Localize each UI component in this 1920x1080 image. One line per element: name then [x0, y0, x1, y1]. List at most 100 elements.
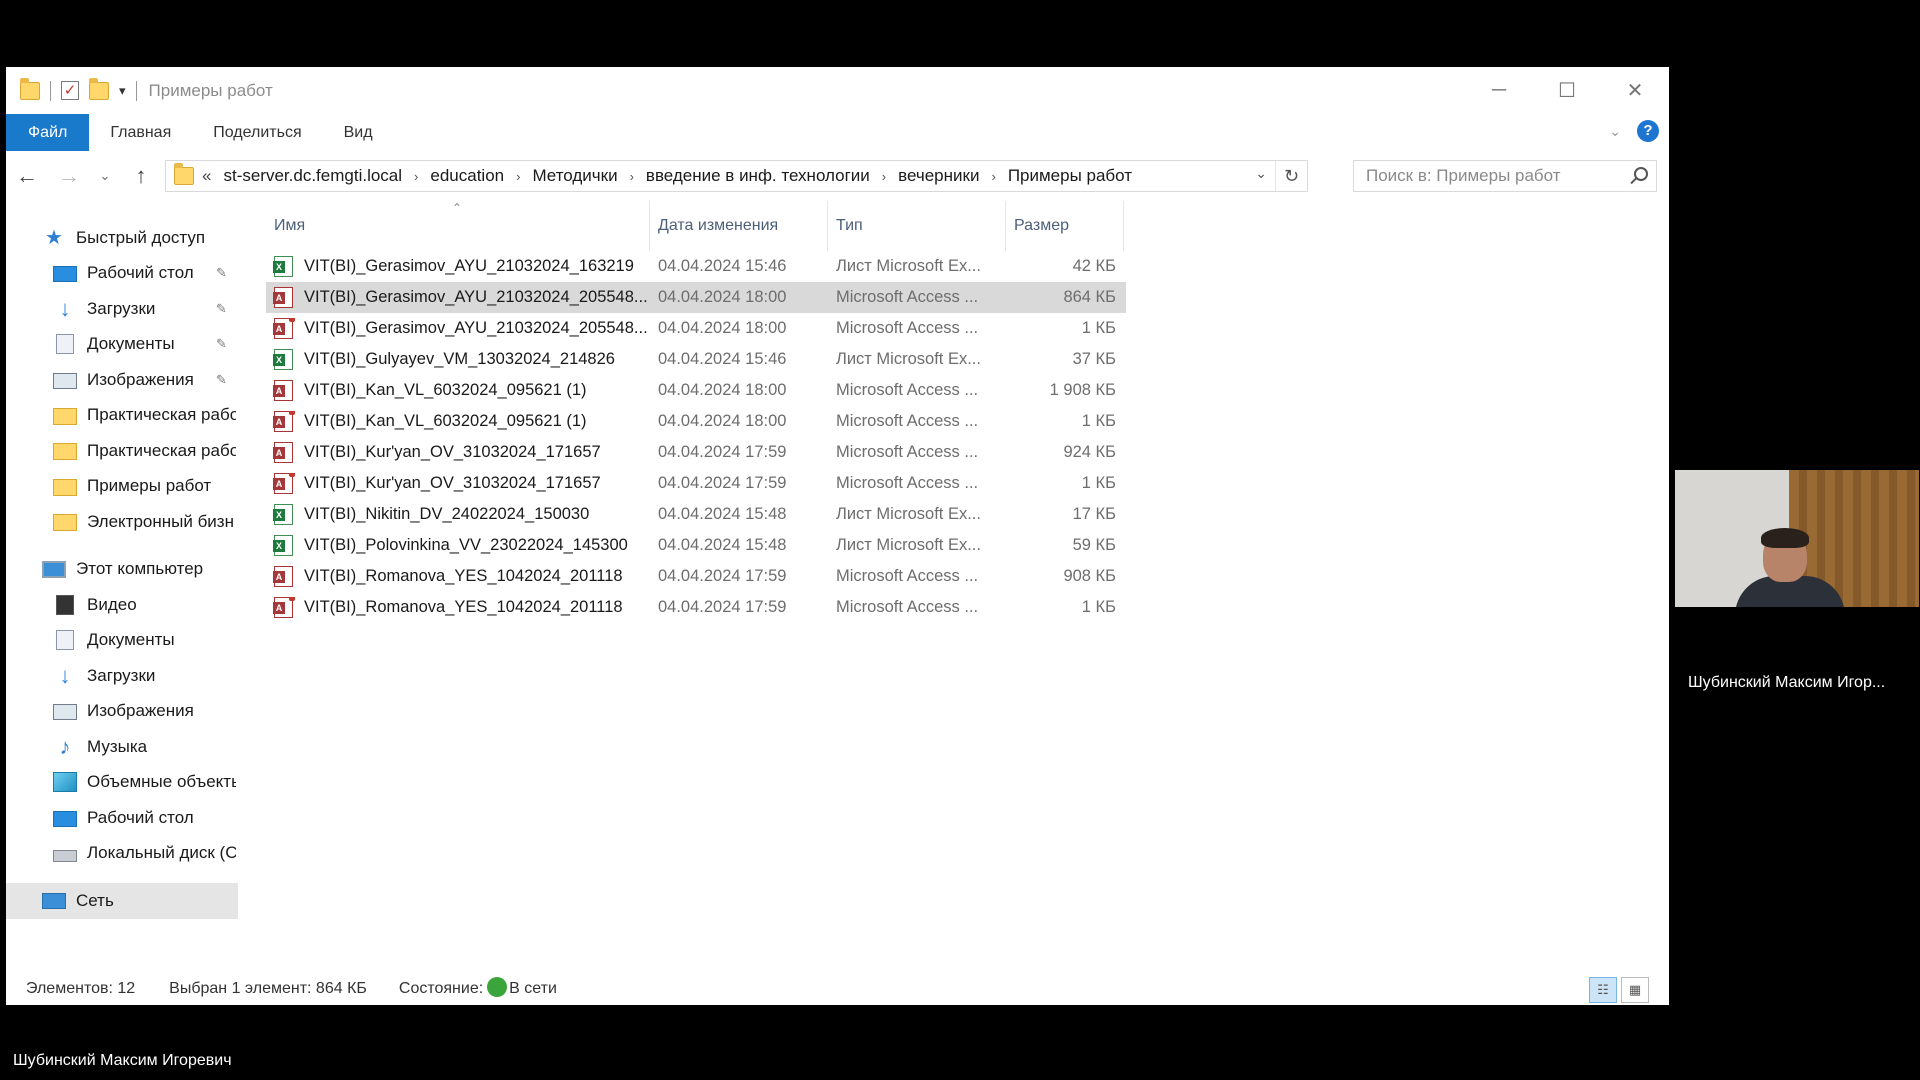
file-row[interactable]: X VIT(BI)_Nikitin_DV_24022024_150030 04.04…	[266, 499, 1126, 530]
breadcrumb-chevron-icon[interactable]: ›	[991, 169, 995, 184]
pin-icon[interactable]: ✎	[216, 265, 227, 281]
online-status-icon	[487, 977, 508, 997]
maximize-button[interactable]: ☐	[1533, 67, 1601, 114]
sidebar-item-local-disk[interactable]: Локальный диск (C	[6, 836, 236, 872]
up-arrow-icon[interactable]: ↑	[120, 163, 162, 189]
sidebar-item-documents[interactable]: Документы	[6, 623, 236, 659]
breadcrumb-chevron-icon[interactable]: ›	[882, 169, 886, 184]
breadcrumb-overflow[interactable]: «	[202, 166, 211, 186]
sidebar-item-label: Объемные объекты	[87, 772, 236, 792]
breadcrumb-item[interactable]: введение в инф. технологии	[646, 166, 870, 186]
sidebar-item-downloads[interactable]: ↓ Загрузки ✎	[6, 291, 236, 327]
breadcrumb-item-current[interactable]: Примеры работ	[1008, 166, 1132, 186]
customize-toolbar-icon[interactable]: ▾	[119, 83, 126, 99]
new-folder-icon[interactable]	[89, 77, 109, 100]
expand-ribbon-chevron-icon[interactable]: ⌄	[1609, 123, 1621, 140]
sidebar-item-pictures[interactable]: Изображения ✎	[6, 362, 236, 398]
file-name: VIT(BI)_Kan_VL_6032024_095621 (1)	[304, 412, 587, 430]
sidebar-item-folder[interactable]: Практическая рабо	[6, 433, 236, 469]
column-header-size[interactable]: Размер	[1006, 201, 1124, 251]
search-input[interactable]: Поиск в: Примеры работ	[1353, 160, 1657, 192]
file-row[interactable]: X VIT(BI)_Polovinkina_VV_23022024_145300 0…	[266, 530, 1126, 561]
address-history-chevron-icon[interactable]: ⌄	[1255, 165, 1267, 182]
file-name-cell[interactable]: X VIT(BI)_Nikitin_DV_24022024_150030	[266, 504, 650, 525]
help-icon[interactable]: ?	[1637, 120, 1659, 142]
sidebar-item-documents[interactable]: Документы ✎	[6, 327, 236, 363]
file-row[interactable]: A VIT(BI)_Romanova_YES_1042024_201118 04.0…	[266, 592, 1126, 623]
sidebar-item-label: Практическая рабо	[87, 405, 236, 425]
tab-share[interactable]: Поделиться	[192, 114, 322, 151]
file-type: Microsoft Access ...	[836, 443, 979, 461]
file-name-cell[interactable]: A VIT(BI)_Gerasimov_AYU_21032024_205548..…	[266, 287, 650, 308]
file-size: 1 908 КБ	[1049, 381, 1116, 399]
close-button[interactable]: ✕	[1601, 67, 1669, 114]
file-name-cell[interactable]: A VIT(BI)_Kan_VL_6032024_095621 (1)	[266, 411, 650, 432]
file-row[interactable]: A VIT(BI)_Gerasimov_AYU_21032024_205548..…	[266, 313, 1126, 344]
breadcrumb-chevron-icon[interactable]: ›	[516, 169, 520, 184]
minimize-button[interactable]: ─	[1465, 67, 1533, 114]
tab-view[interactable]: Вид	[323, 114, 394, 151]
folder-icon[interactable]	[20, 77, 40, 100]
file-row[interactable]: A VIT(BI)_Kur'yan_OV_31032024_171657 04.04…	[266, 468, 1126, 499]
forward-arrow-icon[interactable]: →	[48, 163, 90, 189]
pin-icon[interactable]: ✎	[216, 372, 227, 388]
sidebar-item-folder[interactable]: Электронный бизн	[6, 504, 236, 540]
pin-icon[interactable]: ✎	[216, 301, 227, 317]
breadcrumb-chevron-icon[interactable]: ›	[414, 169, 418, 184]
pin-icon[interactable]: ✎	[216, 336, 227, 352]
large-icons-view-icon[interactable]: ▦	[1621, 977, 1649, 1003]
file-name: VIT(BI)_Gerasimov_AYU_21032024_205548...	[304, 288, 648, 306]
sidebar-item-pictures[interactable]: Изображения	[6, 694, 236, 730]
access-lock-file-icon: A	[273, 597, 295, 618]
back-arrow-icon[interactable]: ←	[6, 163, 48, 189]
address-bar[interactable]: « st-server.dc.femgti.local › education …	[165, 160, 1308, 192]
details-view-icon[interactable]: ☷	[1589, 977, 1617, 1003]
file-name-cell[interactable]: X VIT(BI)_Gerasimov_AYU_21032024_163219	[266, 256, 650, 277]
file-name-cell[interactable]: A VIT(BI)_Kur'yan_OV_31032024_171657	[266, 442, 650, 463]
recent-locations-chevron-icon[interactable]: ⌄	[90, 168, 120, 184]
sidebar-item-label: Загрузки	[87, 665, 156, 685]
breadcrumb-item[interactable]: st-server.dc.femgti.local	[223, 166, 402, 186]
breadcrumb-chevron-icon[interactable]: ›	[630, 169, 634, 184]
file-row[interactable]: X VIT(BI)_Gerasimov_AYU_21032024_163219 04…	[266, 251, 1126, 282]
sidebar-item-video[interactable]: Видео	[6, 587, 236, 623]
access-lock-file-icon: A	[273, 318, 295, 339]
search-icon[interactable]	[1634, 167, 1648, 181]
file-row[interactable]: A VIT(BI)_Gerasimov_AYU_21032024_205548..…	[266, 282, 1126, 313]
sidebar-item-this-pc[interactable]: Этот компьютер	[6, 552, 236, 588]
breadcrumb-item[interactable]: Методички	[532, 166, 617, 186]
tab-home[interactable]: Главная	[89, 114, 192, 151]
file-row[interactable]: A VIT(BI)_Kan_VL_6032024_095621 (1) 04.04.…	[266, 375, 1126, 406]
column-header-type[interactable]: Тип	[828, 201, 1006, 251]
breadcrumb-item[interactable]: education	[430, 166, 504, 186]
sidebar-item-music[interactable]: ♪ Музыка	[6, 729, 236, 765]
file-type-badge: X	[273, 509, 285, 521]
sidebar-item-quick-access[interactable]: ★ Быстрый доступ	[6, 220, 236, 256]
file-name-cell[interactable]: A VIT(BI)_Romanova_YES_1042024_201118	[266, 597, 650, 618]
file-name-cell[interactable]: X VIT(BI)_Gulyayev_VM_13032024_214826	[266, 349, 650, 370]
sidebar-item-desktop[interactable]: Рабочий стол	[6, 800, 236, 836]
sidebar-item-downloads[interactable]: ↓ Загрузки	[6, 658, 236, 694]
sidebar-item-folder[interactable]: Практическая рабо	[6, 398, 236, 434]
tab-file[interactable]: Файл	[6, 114, 90, 151]
file-date: 04.04.2024 17:59	[658, 598, 787, 616]
file-row[interactable]: A VIT(BI)_Kan_VL_6032024_095621 (1) 04.04.…	[266, 406, 1126, 437]
file-date: 04.04.2024 17:59	[658, 443, 787, 461]
file-name-cell[interactable]: A VIT(BI)_Romanova_YES_1042024_201118	[266, 566, 650, 587]
file-row[interactable]: A VIT(BI)_Kur'yan_OV_31032024_171657 04.04…	[266, 437, 1126, 468]
sidebar-item-3d-objects[interactable]: Объемные объекты	[6, 765, 236, 801]
item-count: Элементов: 12	[26, 980, 136, 997]
sidebar-item-network[interactable]: Сеть	[6, 883, 238, 919]
sidebar-item-folder[interactable]: Примеры работ	[6, 469, 236, 505]
file-name-cell[interactable]: X VIT(BI)_Polovinkina_VV_23022024_145300	[266, 535, 650, 556]
file-name-cell[interactable]: A VIT(BI)_Kan_VL_6032024_095621 (1)	[266, 380, 650, 401]
breadcrumb-item[interactable]: вечерники	[898, 166, 979, 186]
properties-icon[interactable]: ✓	[61, 81, 79, 100]
file-name-cell[interactable]: A VIT(BI)_Kur'yan_OV_31032024_171657	[266, 473, 650, 494]
file-name-cell[interactable]: A VIT(BI)_Gerasimov_AYU_21032024_205548..…	[266, 318, 650, 339]
file-row[interactable]: A VIT(BI)_Romanova_YES_1042024_201118 04.0…	[266, 561, 1126, 592]
file-row[interactable]: X VIT(BI)_Gulyayev_VM_13032024_214826 04.0…	[266, 344, 1126, 375]
refresh-icon[interactable]: ↻	[1275, 161, 1307, 191]
sidebar-item-desktop[interactable]: Рабочий стол ✎	[6, 256, 236, 292]
column-header-date[interactable]: Дата изменения	[650, 201, 828, 251]
